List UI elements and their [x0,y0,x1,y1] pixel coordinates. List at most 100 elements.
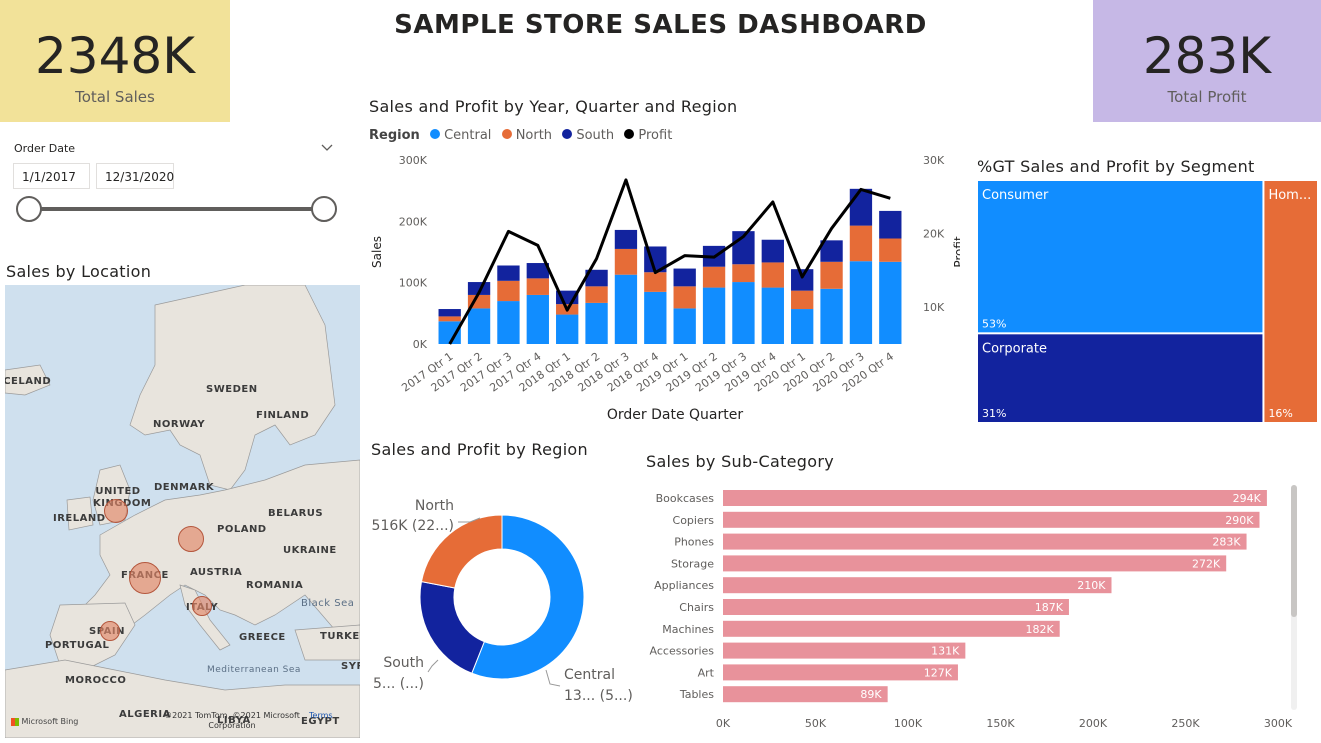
bar-south[interactable] [849,188,873,226]
total-sales-label: Total Sales [75,88,155,106]
bar-central[interactable] [556,314,579,344]
bar-value-label: 294K [1233,492,1262,505]
map-bubble-france[interactable] [129,562,161,594]
start-date-input[interactable]: 1/1/2017 [13,163,90,189]
bar-north[interactable] [761,262,784,288]
sales-map[interactable]: ICELAND SWEDEN FINLAND NORWAY UNITED KIN… [5,285,360,738]
bing-label: Microsoft Bing [21,717,79,726]
x-axis-label: Order Date Quarter [607,407,743,423]
donut-label-north: North [415,498,454,514]
donut-slice-south[interactable] [419,581,485,674]
combo-chart[interactable]: 0K100K200K300K10K20K30KSales Profit2017 Q… [360,148,960,430]
x-tick-label: 0K [716,717,731,730]
bar-north[interactable] [820,261,843,289]
slider-start-handle[interactable] [16,196,42,222]
subcategory-bar[interactable] [723,620,1060,637]
donut-label-south: South [383,655,424,671]
bar-central[interactable] [732,282,755,344]
end-date-input[interactable]: 12/31/2020 [96,163,174,189]
map-bubble-uk[interactable] [104,499,128,523]
legend-title: Region [369,128,420,143]
slider-end-handle[interactable] [311,196,337,222]
treemap-tile-consumer[interactable] [978,181,1263,333]
bar-south[interactable] [438,309,461,317]
map-copyright: ©2021 TomTom, ©2021 Microsoft Corporatio… [164,711,300,730]
bar-north[interactable] [644,272,667,292]
x-tick-label: 250K [1171,717,1200,730]
bar-central[interactable] [526,294,549,344]
bar-central[interactable] [702,287,726,344]
subcategory-bar[interactable] [723,490,1267,506]
chevron-down-icon[interactable] [320,140,334,154]
subcategory-bar[interactable] [723,642,966,659]
legend-south-swatch [562,129,573,139]
legend-profit: Profit [638,128,673,143]
category-label: Copiers [673,514,715,527]
map-bubble-spain[interactable] [100,621,120,641]
bar-central[interactable] [644,291,667,344]
subcategory-bar[interactable] [723,555,1227,572]
dashboard-title: SAMPLE STORE SALES DASHBOARD [394,10,927,40]
order-date-slicer-label: Order Date [14,142,76,155]
bar-central[interactable] [614,274,638,344]
bar-north[interactable] [673,286,696,309]
bar-north[interactable] [702,266,726,288]
bar-south[interactable] [497,265,520,281]
subcategory-bar[interactable] [723,599,1069,615]
bar-south[interactable] [761,239,784,263]
bar-central[interactable] [497,301,520,344]
subcategory-chart[interactable]: Bookcases 294K Copiers 290K Phones 283K Storag… [640,485,1321,740]
bar-south[interactable] [673,268,696,287]
bar-central[interactable] [761,287,784,344]
treemap-title: %GT Sales and Profit by Segment [977,157,1255,176]
y-tick-label: 0K [413,338,428,351]
scrollbar-thumb[interactable] [1291,485,1297,617]
map-label-denmark: DENMARK [154,482,215,493]
bar-south[interactable] [614,229,638,249]
bar-north[interactable] [849,225,873,262]
map-bubble-italy[interactable] [192,596,212,616]
category-label: Bookcases [656,492,715,505]
map-terms-link[interactable]: Terms [309,711,333,720]
bar-north[interactable] [526,278,549,295]
bar-central[interactable] [467,308,491,344]
bar-central[interactable] [673,308,696,344]
bar-north[interactable] [585,286,608,303]
y-tick-label: 200K [399,215,428,228]
bar-south[interactable] [879,210,902,239]
map-bubble-germany[interactable] [178,526,204,552]
subcategory-bar[interactable] [723,533,1247,550]
bar-central[interactable] [820,288,843,344]
x-tick-label: 100K [894,717,923,730]
bar-north[interactable] [497,280,520,302]
bar-value-label: 182K [1025,623,1054,636]
treemap-pct: 16% [1268,407,1292,420]
bar-value-label: 290K [1225,514,1254,527]
bar-south[interactable] [791,269,814,291]
map-label-finland: FINLAND [256,410,310,421]
bar-north[interactable] [879,238,902,262]
category-label: Art [698,666,715,679]
bar-north[interactable] [791,290,814,310]
bar-north[interactable] [614,248,638,275]
date-range-slider[interactable] [10,192,345,226]
bar-central[interactable] [879,261,902,344]
subcategory-bar[interactable] [723,511,1260,528]
segment-treemap[interactable]: Consumer 53% Corporate 31% Hom... 16% [977,180,1318,423]
bar-central[interactable] [585,302,608,344]
bar-north[interactable] [732,264,755,283]
subcategory-bar[interactable] [723,664,958,681]
map-attribution: ©2021 TomTom, ©2021 Microsoft Corporatio… [157,711,307,731]
treemap-tile-hom[interactable] [1264,181,1317,422]
y2-tick-label: 10K [923,301,945,314]
bar-north[interactable] [438,316,461,322]
bar-central[interactable] [791,309,814,344]
treemap-pct: 31% [982,407,1006,420]
region-donut[interactable]: North 516K (22...) South 5... (...) Central 1… [370,490,640,710]
bar-central[interactable] [849,261,873,344]
bar-value-label: 283K [1212,536,1241,549]
subcategory-bar[interactable] [723,577,1112,594]
bar-value-label: 131K [931,645,960,658]
x-tick-label: 300K [1264,717,1293,730]
map-label-mediterranean: Mediterranean Sea [207,665,301,675]
